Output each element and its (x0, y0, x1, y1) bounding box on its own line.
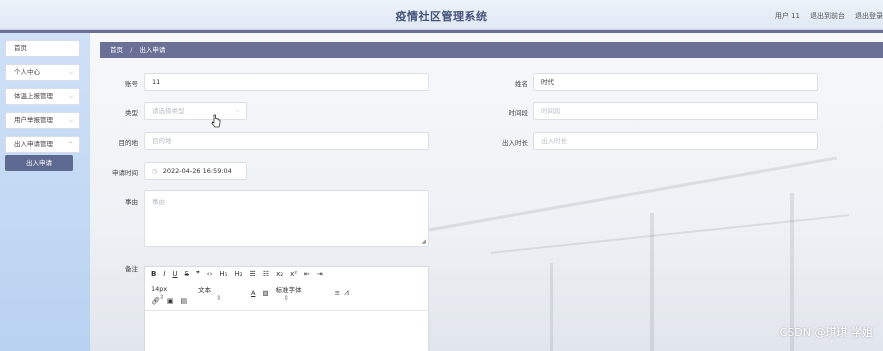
type-label: 类型 (125, 109, 138, 117)
period-field[interactable]: 时间段 (533, 102, 818, 120)
current-user: 用户 11 (774, 12, 800, 20)
sidebar-item-label: 出入申请管理 (14, 140, 53, 148)
resize-handle-icon[interactable]: ◢ (421, 238, 426, 245)
text-style-select[interactable]: 文本 ⇕ (198, 284, 244, 302)
chevron-down-icon: ⌵ (68, 93, 73, 100)
indent-icon[interactable]: ⇥ (317, 270, 323, 278)
font-family-value: 标准字体 (275, 286, 302, 294)
heading2-icon[interactable]: H₂ (234, 270, 242, 278)
main-content: 首页 / 出入申请 账号 11 姓名 时代 类型 请选择类型 ⌵ 时间段 时间段… (90, 33, 883, 351)
sidebar-item-access-requests[interactable]: 出入申请管理 ⌃ (5, 136, 80, 153)
link-icon[interactable]: 🔗︎ (151, 297, 160, 305)
background-decoration (550, 263, 553, 351)
background-color-icon[interactable]: ▨ (262, 289, 268, 297)
background-decoration (650, 213, 654, 351)
outdent-icon[interactable]: ⇤ (304, 270, 310, 278)
chevron-down-icon: ⌵ (235, 107, 240, 114)
editor-toolbar: B I U S ❞ ‹› H₁ H₂ ☰ ☷ x₂ x² ⇤ ⇥ 14px ⇕ … (145, 267, 428, 311)
sidebar-item-personal-center[interactable]: 个人中心 ⌵ (5, 64, 80, 81)
chevron-down-icon: ⌵ (68, 117, 73, 124)
breadcrumb-current: 出入申请 (139, 46, 166, 54)
editor-toolbar-row: 🔗︎ ▣ ▤ (151, 297, 194, 305)
name-field[interactable]: 时代 (533, 73, 818, 91)
type-select-placeholder: 请选择类型 (152, 107, 185, 115)
period-label: 时间段 (508, 109, 529, 117)
apply-time-value: 2022-04-26 16:59:04 (162, 167, 232, 175)
remark-editor[interactable]: B I U S ❞ ‹› H₁ H₂ ☰ ☷ x₂ x² ⇤ ⇥ 14px ⇕ … (144, 266, 429, 351)
sidebar-item-label: 体温上报管理 (14, 92, 53, 100)
sidebar-item-label: 首页 (14, 44, 27, 52)
subscript-icon[interactable]: x₂ (276, 270, 283, 278)
reason-textarea[interactable]: 事由 ◢ (144, 190, 429, 247)
bullet-list-icon[interactable]: ☷ (263, 270, 269, 278)
underline-icon[interactable]: U (172, 270, 177, 278)
bold-icon[interactable]: B (151, 270, 156, 278)
text-style-value: 文本 (198, 286, 211, 294)
font-color-icon[interactable]: A (251, 289, 255, 297)
apply-time-picker[interactable]: ◷ 2022-04-26 16:59:04 (144, 162, 247, 180)
app-title: 疫情社区管理系统 (395, 10, 488, 23)
heading1-icon[interactable]: H₁ (219, 270, 227, 278)
logout-link[interactable]: 退出登录 (855, 11, 883, 21)
superscript-icon[interactable]: x² (290, 270, 297, 278)
header-links: 用户 11 退出到前台 退出登录 (775, 11, 883, 21)
editor-toolbar-row: B I U S ❞ ‹› H₁ H₂ ☰ ☷ x₂ x² ⇤ ⇥ (151, 270, 330, 278)
account-field[interactable]: 11 (144, 73, 429, 91)
font-family-select[interactable]: 标准字体 ⇕ (276, 284, 328, 302)
reason-label: 事由 (125, 198, 138, 206)
blockquote-icon[interactable]: ❞ (196, 270, 200, 278)
sidebar: 首页 个人中心 ⌵ 体温上报管理 ⌵ 用户举报管理 ⌵ 出入申请管理 ⌃ 出入申… (0, 33, 90, 351)
breadcrumb-separator: / (130, 46, 133, 54)
clear-format-icon[interactable]: Ⅰ̸ (347, 289, 349, 297)
breadcrumb-home[interactable]: 首页 (110, 46, 123, 54)
sidebar-item-label: 用户举报管理 (14, 116, 53, 124)
ordered-list-icon[interactable]: ☰ (250, 270, 256, 278)
clock-icon: ◷ (152, 167, 158, 175)
chevron-down-icon: ⌵ (68, 69, 73, 76)
strikethrough-icon[interactable]: S (185, 270, 189, 278)
sidebar-subitem-access-request[interactable]: 出入申请 (5, 155, 73, 171)
breadcrumb: 首页 / 出入申请 (100, 42, 883, 58)
background-decoration (490, 214, 850, 254)
select-arrow-icon: ⇕ (216, 294, 222, 302)
apply-time-label: 申请时间 (112, 169, 138, 177)
italic-icon[interactable]: I (163, 270, 165, 278)
destination-label: 目的地 (118, 139, 139, 147)
sidebar-item-home[interactable]: 首页 (5, 40, 80, 57)
video-icon[interactable]: ▤ (181, 297, 188, 305)
align-icon[interactable]: ≡ (335, 289, 340, 297)
code-icon[interactable]: ‹› (207, 270, 213, 278)
select-arrow-icon: ⇕ (283, 294, 290, 302)
sidebar-item-label: 个人中心 (14, 68, 40, 76)
account-label: 账号 (125, 80, 138, 88)
destination-field[interactable]: 目的地 (144, 132, 429, 150)
app-header: 疫情社区管理系统 用户 11 退出到前台 退出登录 (0, 0, 883, 30)
duration-label: 出入时长 (502, 139, 528, 147)
font-size-value: 14px (151, 285, 168, 293)
name-label: 姓名 (515, 80, 528, 88)
sidebar-item-reports[interactable]: 用户举报管理 ⌵ (5, 112, 80, 129)
duration-field[interactable]: 出入时长 (533, 132, 818, 150)
type-select[interactable]: 请选择类型 ⌵ (144, 102, 247, 120)
watermark: CSDN @琪琪 学姐 (779, 326, 873, 339)
chevron-up-icon: ⌃ (67, 141, 73, 148)
back-to-frontend-link[interactable]: 退出到前台 (810, 11, 845, 21)
image-icon[interactable]: ▣ (167, 297, 174, 305)
reason-placeholder: 事由 (152, 198, 165, 206)
sidebar-item-temperature[interactable]: 体温上报管理 ⌵ (5, 88, 80, 105)
remark-label: 备注 (125, 265, 138, 273)
mouse-cursor-icon (211, 114, 221, 128)
